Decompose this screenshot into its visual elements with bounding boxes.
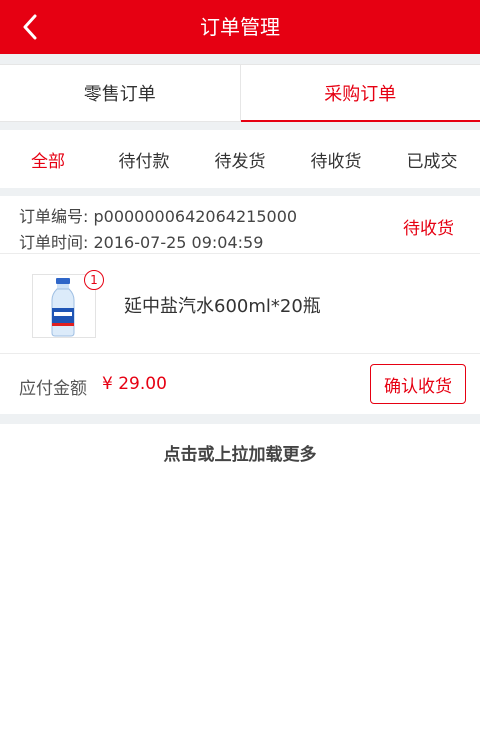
amount-value: ¥ 29.00 [102,374,167,394]
tab-pending-shipment[interactable]: 待发货 [192,130,288,188]
order-number: 订单编号: p0000000642064215000 [19,207,298,226]
tab-pending-receipt[interactable]: 待收货 [288,130,384,188]
tab-purchase-orders[interactable]: 采购订单 [239,65,480,122]
load-more-link[interactable]: 点击或上拉加载更多 [0,440,480,465]
tab-completed[interactable]: 已成交 [384,130,480,188]
confirm-receipt-button[interactable]: 确认收货 [370,364,466,404]
payment-row: 应付金额 ¥ 29.00 确认收货 [0,354,480,414]
order-time: 订单时间: 2016-07-25 09:04:59 [19,233,264,252]
section-divider [0,122,480,130]
product-name: 延中盐汽水600ml*20瓶 [124,296,321,317]
tab-pending-payment[interactable]: 待付款 [96,130,192,188]
tab-retail-orders[interactable]: 零售订单 [0,65,240,121]
order-header[interactable]: 订单编号: p0000000642064215000 订单时间: 2016-07… [0,196,480,254]
tab-all[interactable]: 全部 [0,130,96,188]
section-divider [0,414,480,424]
quantity-badge: 1 [84,270,104,290]
section-divider [0,188,480,196]
amount-label: 应付金额 [19,379,87,399]
chevron-left-icon [22,14,38,40]
section-divider [0,54,480,64]
order-type-tabs: 零售订单 采购订单 [0,64,480,122]
order-product-row[interactable]: 1 延中盐汽水600ml*20瓶 [0,254,480,354]
back-button[interactable] [10,8,50,46]
app-header: 订单管理 [0,0,480,54]
order-status: 待收货 [403,219,454,239]
page-title: 订单管理 [200,15,280,39]
status-filter-tabs: 全部 待付款 待发货 待收货 已成交 [0,130,480,188]
